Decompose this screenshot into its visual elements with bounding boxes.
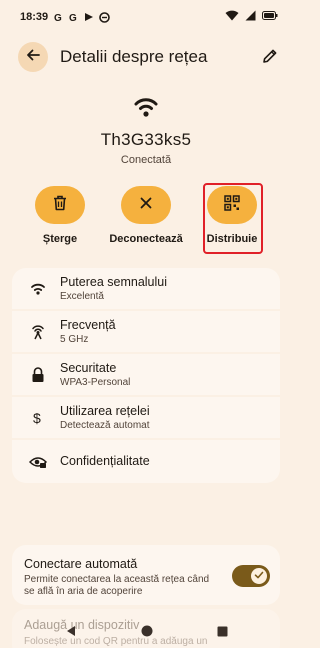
google-g-icon: G [54,12,64,22]
lock-icon [29,366,47,384]
network-name: Th3G33ks5 [100,130,192,149]
security-row[interactable]: Securitate WPA3-Personal [12,354,280,397]
recents-square-icon[interactable] [217,624,228,642]
privacy-title: Confidențialitate [60,454,150,468]
network-usage-title: Utilizarea rețelei [60,404,150,418]
delete-label: Șterge [42,233,78,245]
signal-strength-title: Puterea semnalului [60,275,168,289]
back-triangle-icon[interactable] [65,624,77,642]
page-title: Detalii despre rețea [60,47,208,66]
auto-connect-card[interactable]: Conectare automată Permite conectarea la… [12,545,280,605]
frequency-value: 5 GHz [60,334,89,345]
toggle-knob [251,568,267,584]
google-g-icon: G [69,12,79,22]
privacy-row[interactable]: Confidențialitate [12,440,280,483]
status-bar: 18:39 G G [0,0,292,34]
auto-connect-title: Conectare automată [24,557,138,571]
frequency-title: Frecvență [60,318,116,332]
security-title: Securitate [60,361,117,375]
delete-button[interactable] [35,186,85,224]
wifi-icon [29,280,47,298]
play-games-icon [84,12,94,22]
auto-connect-description: Permite conectarea la această rețea când… [24,574,210,597]
status-time: 18:39 [20,11,49,23]
home-circle-icon[interactable] [141,624,153,642]
wifi-icon [133,96,159,118]
network-status: Conectată [120,154,172,166]
frequency-row[interactable]: Frecvență 5 GHz [12,311,280,354]
svg-text:G: G [54,13,62,22]
network-usage-row[interactable]: $ Utilizarea rețelei Detectează automat [12,397,280,440]
back-button[interactable] [18,42,48,72]
trash-icon [53,195,67,216]
signal-strength-value: Excelentă [60,291,104,302]
disconnect-button[interactable] [121,186,171,224]
svg-text:$: $ [33,410,41,426]
security-value: WPA3-Personal [60,377,131,388]
battery-icon [262,11,278,23]
disconnect-action[interactable]: Deconectează [106,186,186,245]
signal-strength-row[interactable]: Puterea semnalului Excelentă [12,268,280,311]
signal-icon [245,10,256,24]
privacy-eye-icon [29,453,47,471]
network-usage-value: Detectează automat [60,420,150,431]
check-icon [254,567,264,585]
disconnect-label: Deconectează [109,233,183,245]
system-navigation-bar [0,618,292,648]
dollar-icon: $ [29,409,47,427]
antenna-icon [29,323,47,341]
pencil-icon [262,48,278,69]
share-highlight-annotation [203,183,263,254]
network-details-card: Puterea semnalului Excelentă Frecvență 5… [12,268,280,483]
edit-button[interactable] [258,46,282,70]
arrow-left-icon [26,48,40,67]
browser-icon [99,11,110,23]
close-icon [140,196,152,214]
auto-connect-toggle[interactable] [232,565,270,587]
wifi-icon [225,10,239,24]
svg-text:G: G [69,13,77,22]
top-app-bar: Detalii despre rețea [0,38,292,78]
delete-action[interactable]: Șterge [20,186,100,245]
